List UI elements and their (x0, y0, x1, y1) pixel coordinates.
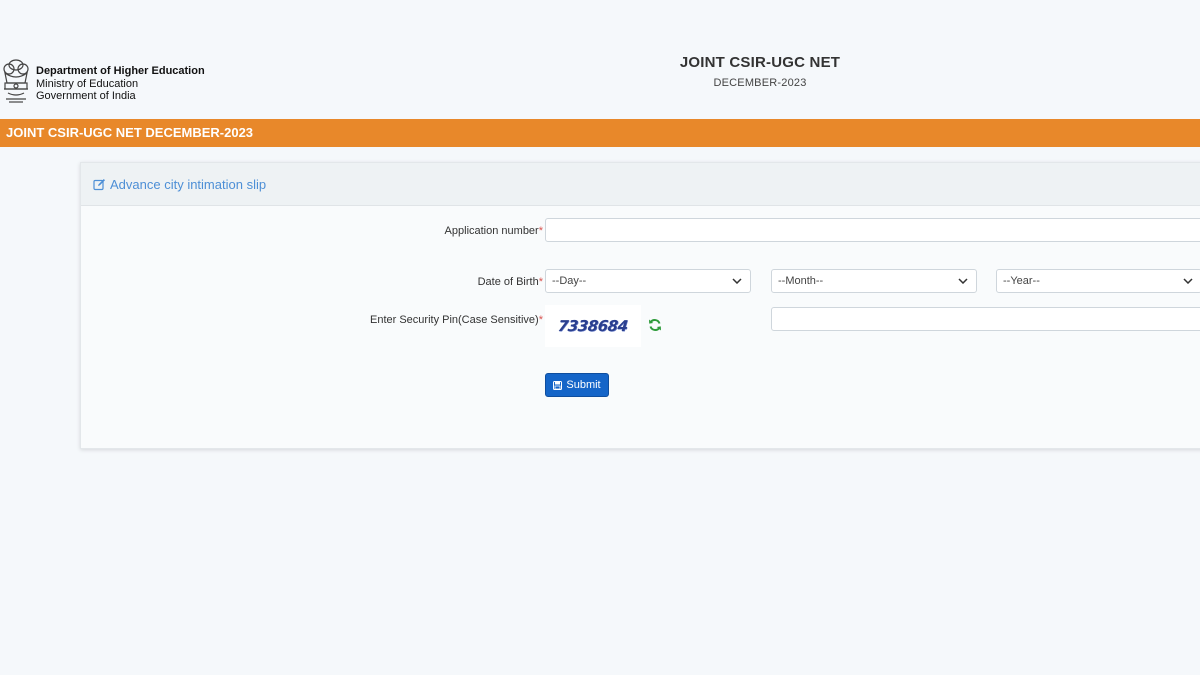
application-number-label-text: Application number (444, 225, 539, 237)
chevron-down-icon (958, 278, 968, 284)
exam-title: JOINT CSIR-UGC NET (679, 54, 841, 71)
ministry-name: Ministry of Education (36, 77, 139, 90)
exam-title-block: JOINT CSIR-UGC NET DECEMBER-2023 (560, 54, 960, 89)
day-select-value: --Day-- (552, 275, 587, 287)
captcha-image: 7338684 (545, 305, 641, 347)
date-of-birth-label: Date of Birth* (478, 276, 543, 288)
org-block: Department of Higher Education Ministry … (36, 65, 205, 103)
panel-heading: Advance city intimation slip (81, 163, 1200, 206)
security-pin-label: Enter Security Pin(Case Sensitive)* (370, 314, 543, 326)
month-select-value: --Month-- (778, 275, 824, 287)
year-select[interactable]: --Year-- (996, 269, 1200, 293)
chevron-down-icon (732, 278, 742, 284)
application-number-input[interactable] (545, 218, 1200, 242)
national-emblem-icon (3, 59, 29, 103)
edit-icon (93, 178, 106, 191)
date-of-birth-label-text: Date of Birth (477, 276, 539, 288)
application-number-label: Application number* (445, 225, 543, 237)
city-slip-panel: Advance city intimation slip Application… (80, 162, 1200, 449)
page-header: Department of Higher Education Ministry … (0, 0, 1200, 118)
exam-session: DECEMBER-2023 (713, 77, 807, 89)
month-select[interactable]: --Month-- (771, 269, 977, 293)
required-mark: * (538, 314, 543, 326)
chevron-down-icon (1183, 278, 1193, 284)
panel-title: Advance city intimation slip (110, 176, 267, 192)
required-mark: * (538, 225, 543, 237)
submit-button[interactable]: Submit (545, 373, 609, 397)
captcha-text: 7338684 (557, 317, 629, 335)
refresh-captcha-button[interactable] (647, 317, 663, 333)
required-mark: * (538, 276, 543, 288)
refresh-icon (649, 319, 661, 331)
year-select-value: --Year-- (1003, 275, 1040, 287)
exam-banner: JOINT CSIR-UGC NET DECEMBER-2023 (0, 119, 1200, 147)
government-name: Government of India (36, 90, 136, 102)
security-pin-input[interactable] (771, 307, 1200, 331)
day-select[interactable]: --Day-- (545, 269, 751, 293)
submit-label: Submit (566, 379, 601, 391)
department-name: Department of Higher Education (36, 65, 205, 77)
save-icon (553, 380, 563, 390)
security-pin-label-text: Enter Security Pin(Case Sensitive) (369, 314, 539, 326)
